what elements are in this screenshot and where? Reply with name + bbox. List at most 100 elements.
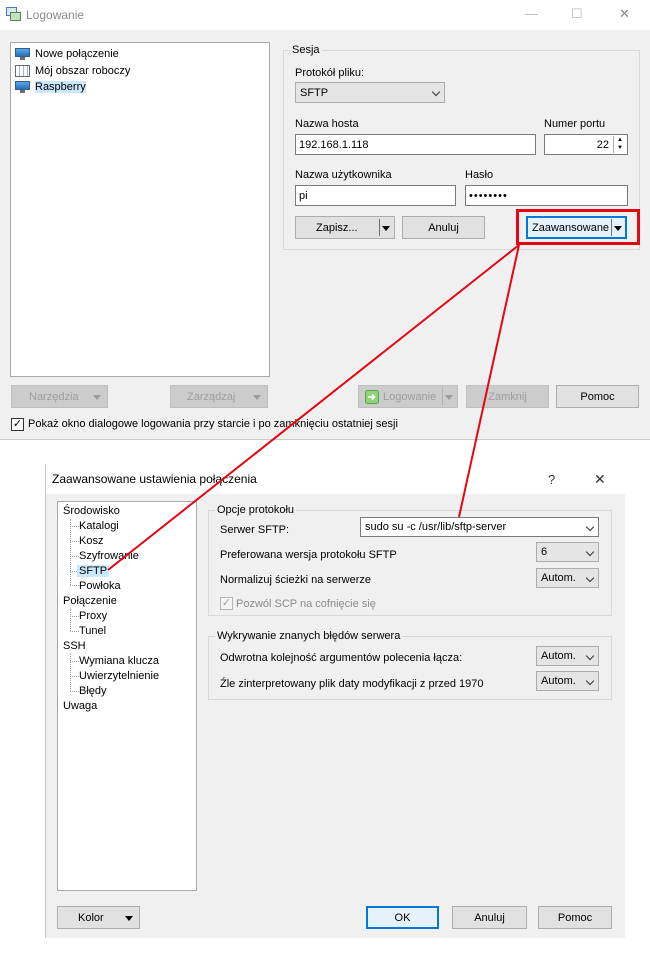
misinterpreted-date-select[interactable]: Autom. [536, 671, 599, 691]
manage-button[interactable]: Zarządzaj [170, 385, 268, 408]
chevron-down-icon [431, 87, 441, 97]
tree-node-environment[interactable]: Środowisko [63, 505, 120, 517]
site-item-raspberry[interactable]: Raspberry [15, 79, 86, 95]
normalize-label: Normalizuj ścieżki na serwerze [220, 574, 371, 586]
settings-tree[interactable]: Środowisko Katalogi Kosz Szyfrowanie SFT… [57, 501, 197, 891]
host-input[interactable]: 192.168.1.118 [295, 134, 536, 155]
tree-node-directories[interactable]: Katalogi [79, 520, 119, 532]
site-label: Nowe połączenie [35, 48, 119, 60]
help-button-label: Pomoc [557, 911, 593, 924]
password-label: Hasło [465, 169, 494, 181]
tree-node-connection[interactable]: Połączenie [63, 595, 117, 607]
tools-button-label: Narzędzia [29, 390, 79, 403]
login-window: Logowanie — ☐ ✕ Nowe połączenie Mój obsz… [0, 0, 650, 440]
color-button-label: Kolor [78, 911, 104, 924]
user-label: Nazwa użytkownika [295, 169, 392, 181]
dropdown-arrow-icon [93, 395, 101, 400]
port-value: 22 [596, 138, 609, 151]
tree-node-tunnel[interactable]: Tunel [79, 625, 106, 637]
tools-button[interactable]: Narzędzia [11, 385, 108, 408]
advanced-dialog-title: Zaawansowane ustawienia połączenia [52, 472, 257, 486]
port-input[interactable]: 22 ▲ ▼ [544, 134, 628, 155]
close-icon[interactable]: ✕ [594, 471, 606, 488]
close-button[interactable]: Zamknij [466, 385, 549, 408]
chevron-down-icon [585, 547, 595, 557]
port-spinner[interactable]: ▲ ▼ [613, 136, 626, 153]
spin-up-icon[interactable]: ▲ [614, 136, 626, 144]
chevron-down-icon [585, 676, 595, 686]
annotation-highlight-box [516, 209, 640, 245]
preferred-version-label: Preferowana wersja protokołu SFTP [220, 549, 397, 561]
reverse-args-select[interactable]: Autom. [536, 646, 599, 666]
monitor-icon [15, 81, 30, 93]
login-button-label: Logowanie [383, 390, 437, 403]
ok-button[interactable]: OK [366, 906, 439, 929]
protocol-value: SFTP [300, 86, 329, 99]
maximize-icon[interactable]: ☐ [571, 6, 583, 22]
misinterpreted-date-value: Autom. [541, 675, 576, 687]
cancel-button[interactable]: Anuluj [452, 906, 527, 929]
sftp-server-label: Serwer SFTP: [220, 524, 290, 536]
cancel-button[interactable]: Anuluj [402, 216, 485, 239]
minimize-icon[interactable]: — [525, 6, 538, 21]
workspace-icon [15, 65, 30, 77]
chevron-down-icon [585, 651, 595, 661]
login-button[interactable]: Logowanie [358, 385, 458, 408]
tree-node-key-exchange[interactable]: Wymiana klucza [79, 655, 159, 667]
show-dialog-label: Pokaż okno dialogowe logowania przy star… [28, 418, 398, 430]
preferred-version-value: 6 [541, 546, 548, 558]
normalize-select[interactable]: Autom. [536, 568, 599, 588]
site-label: Raspberry [35, 81, 86, 93]
site-label: Mój obszar roboczy [35, 65, 131, 77]
color-button[interactable]: Kolor [57, 906, 140, 929]
login-arrow-icon [365, 389, 379, 404]
password-value: •••••••• [469, 189, 508, 202]
tree-node-recycle-bin[interactable]: Kosz [79, 535, 103, 547]
cancel-button-label: Anuluj [428, 221, 459, 234]
help-button[interactable]: Pomoc [556, 385, 639, 408]
tree-node-encryption[interactable]: Szyfrowanie [79, 550, 139, 562]
dropdown-arrow-icon [125, 916, 133, 921]
password-input[interactable]: •••••••• [465, 185, 628, 206]
save-split-button[interactable]: Zapisz... [295, 216, 395, 239]
site-tree[interactable]: Nowe połączenie Mój obszar roboczy Raspb… [10, 42, 270, 377]
close-button-label: Zamknij [488, 390, 527, 403]
login-window-title: Logowanie [26, 8, 85, 22]
allow-scp-checkbox[interactable]: ✓ [220, 597, 233, 610]
tree-node-bugs[interactable]: Błędy [79, 685, 107, 697]
misinterpreted-date-label: Źle zinterpretowany plik daty modyfikacj… [220, 678, 484, 690]
advanced-dialog: Zaawansowane ustawienia połączenia ? ✕ Ś… [45, 464, 626, 938]
cancel-button-label: Anuluj [474, 911, 505, 924]
allow-scp-label: Pozwól SCP na cofnięcie się [236, 598, 376, 610]
tree-node-authentication[interactable]: Uwierzytelnienie [79, 670, 159, 682]
help-button[interactable]: Pomoc [538, 906, 612, 929]
save-button-label: Zapisz... [316, 221, 358, 234]
preferred-version-select[interactable]: 6 [536, 542, 599, 562]
tree-node-ssh[interactable]: SSH [63, 640, 86, 652]
close-icon[interactable]: ✕ [619, 6, 630, 22]
chevron-down-icon [585, 573, 595, 583]
help-icon[interactable]: ? [548, 472, 555, 487]
tree-node-proxy[interactable]: Proxy [79, 610, 107, 622]
host-label: Nazwa hosta [295, 118, 359, 130]
show-dialog-checkbox[interactable]: ✓ [11, 418, 24, 431]
user-value: pi [299, 189, 308, 202]
reverse-args-value: Autom. [541, 650, 576, 662]
spin-down-icon[interactable]: ▼ [614, 144, 626, 152]
chevron-down-icon [585, 522, 595, 532]
tree-node-note[interactable]: Uwaga [63, 700, 97, 712]
user-input[interactable]: pi [295, 185, 456, 206]
tree-node-sftp[interactable]: SFTP [77, 565, 110, 577]
winscp-app-icon [6, 7, 21, 21]
protocol-select[interactable]: SFTP [295, 82, 445, 103]
site-item-new-connection[interactable]: Nowe połączenie [15, 46, 119, 62]
host-value: 192.168.1.118 [299, 138, 369, 151]
ok-button-label: OK [394, 911, 411, 924]
site-item-workspace[interactable]: Mój obszar roboczy [15, 63, 130, 79]
tree-node-shell[interactable]: Powłoka [79, 580, 121, 592]
reverse-args-label: Odwrotna kolejność argumentów polecenia … [220, 652, 463, 664]
sftp-server-value: sudo su -c /usr/lib/sftp-server [365, 521, 507, 533]
normalize-value: Autom. [541, 572, 576, 584]
sftp-server-select[interactable]: sudo su -c /usr/lib/sftp-server [360, 517, 599, 537]
dropdown-arrow-icon[interactable] [382, 226, 390, 231]
